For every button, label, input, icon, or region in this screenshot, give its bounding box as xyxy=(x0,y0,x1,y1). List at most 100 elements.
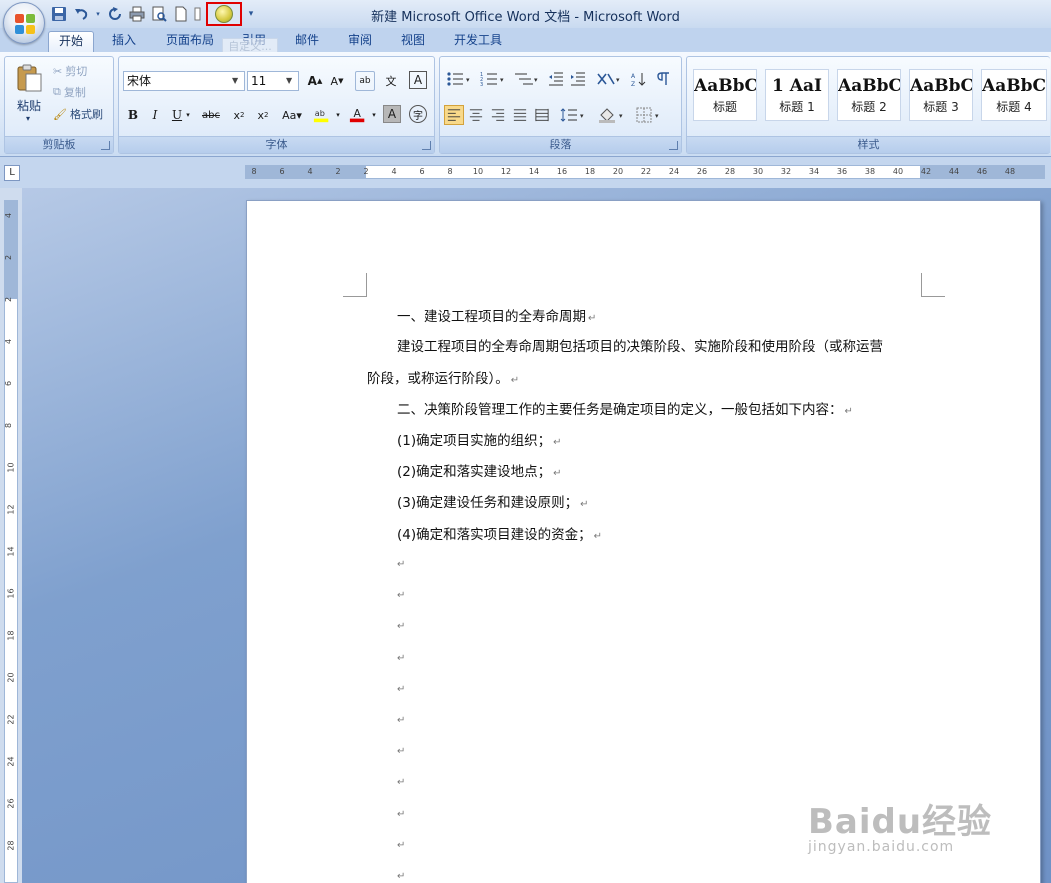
font-launcher-icon[interactable] xyxy=(422,141,431,150)
grow-font-icon[interactable]: A ▲ xyxy=(305,71,325,91)
paragraph-mark-icon[interactable]: ↵ xyxy=(397,590,405,601)
document-paragraph[interactable]: (1)确定项目实施的组织； ↵ xyxy=(397,429,562,449)
ruler-tick: 8 xyxy=(447,167,453,176)
highlight-dropdown-icon[interactable]: ▾ xyxy=(333,105,343,125)
line-spacing-icon[interactable]: ▾ xyxy=(558,105,588,125)
document-paragraph[interactable]: 一、建设工程项目的全寿命周期 ↵ xyxy=(397,305,596,325)
ribbon: 粘贴 ▾ ✂ 剪切 ⧉ 复制 🖌 格式刷 剪贴板 宋体 ▼ 11 ▼ A ▲ A ▼ ab 文… xyxy=(0,52,1051,157)
document-paragraph[interactable]: (4)确定和落实项目建设的资金； ↵ xyxy=(397,523,602,543)
paragraph-mark-icon: ↵ xyxy=(553,468,562,479)
vruler-tick: 8 xyxy=(4,422,14,429)
superscript-icon[interactable]: x2 xyxy=(253,105,273,125)
paragraph-mark-icon[interactable]: ↵ xyxy=(397,653,405,664)
paste-icon[interactable] xyxy=(11,63,47,93)
distribute-icon[interactable] xyxy=(532,105,552,125)
ruler-tick: 34 xyxy=(808,167,820,176)
document-paragraph[interactable]: (2)确定和落实建设地点； ↵ xyxy=(397,460,562,480)
tab-view[interactable]: 视图 xyxy=(391,31,435,52)
svg-text:▾: ▾ xyxy=(616,76,620,84)
borders-icon[interactable]: ▾ xyxy=(634,105,664,125)
phonetic-guide-icon[interactable]: 文 xyxy=(381,71,401,91)
ruler-tick: 24 xyxy=(668,167,680,176)
style-heading-2[interactable]: AaBbC 标题 2 xyxy=(837,69,901,121)
paragraph-mark-icon: ↵ xyxy=(588,313,597,324)
document-paragraph[interactable]: 阶段，或称运行阶段）。 ↵ xyxy=(367,367,519,387)
office-button[interactable] xyxy=(3,2,45,44)
increase-indent-icon[interactable] xyxy=(568,69,588,89)
strikethrough-icon[interactable]: abc xyxy=(201,105,221,125)
show-marks-icon[interactable] xyxy=(654,69,674,89)
clear-format-icon[interactable]: ab xyxy=(355,71,375,91)
vruler-tick: 2 xyxy=(4,254,14,261)
style-heading-1[interactable]: 1 AaI 标题 1 xyxy=(765,69,829,121)
style-heading-3[interactable]: AaBbC 标题 3 xyxy=(909,69,973,121)
shading-icon[interactable]: ▾ xyxy=(596,105,628,125)
font-family-combo[interactable]: 宋体 ▼ xyxy=(123,71,245,91)
vruler-tick: 20 xyxy=(6,672,16,683)
align-left-icon[interactable] xyxy=(444,105,464,125)
chinese-layout-icon[interactable]: ▾ xyxy=(594,69,624,89)
document-page[interactable]: 一、建设工程项目的全寿命周期 ↵ 建设工程项目的全寿命周期包括项目的决策阶段、实施阶… xyxy=(246,200,1041,883)
clipboard-launcher-icon[interactable] xyxy=(101,141,110,150)
ruler-tick: 12 xyxy=(500,167,512,176)
paragraph-mark-icon[interactable]: ↵ xyxy=(397,746,405,757)
paragraph-mark-icon[interactable]: ↵ xyxy=(397,809,405,820)
enclose-char-icon[interactable]: 字 xyxy=(409,105,427,123)
char-border-icon[interactable]: A xyxy=(409,71,427,89)
bullets-icon[interactable]: ▾ xyxy=(444,69,474,89)
multilevel-list-icon[interactable]: ▾ xyxy=(512,69,542,89)
italic-icon[interactable]: I xyxy=(145,105,165,125)
ruler-tick: 38 xyxy=(864,167,876,176)
document-paragraph[interactable]: 建设工程项目的全寿命周期包括项目的决策阶段、实施阶段和使用阶段（或称运营 xyxy=(397,335,883,355)
paragraph-mark-icon[interactable]: ↵ xyxy=(397,840,405,851)
paragraph-mark-icon[interactable]: ↵ xyxy=(397,777,405,788)
underline-dropdown-icon[interactable]: ▾ xyxy=(183,105,193,125)
format-painter-button[interactable]: 🖌 格式刷 xyxy=(53,104,103,124)
vertical-ruler[interactable]: 4 2 2 4 6 8 10 12 14 16 18 20 22 24 26 28 xyxy=(4,200,18,883)
char-shading-icon[interactable]: A xyxy=(383,105,401,123)
copy-button[interactable]: ⧉ 复制 xyxy=(53,82,86,102)
shrink-font-icon[interactable]: A ▼ xyxy=(327,71,347,91)
font-color-icon[interactable]: A xyxy=(347,105,369,125)
vruler-tick: 16 xyxy=(6,588,16,599)
paragraph-mark-icon[interactable]: ↵ xyxy=(397,559,405,570)
cut-button[interactable]: ✂ 剪切 xyxy=(53,61,87,81)
tab-insert[interactable]: 插入 xyxy=(102,31,146,52)
ruler-tick: 20 xyxy=(612,167,624,176)
paragraph-mark-icon[interactable]: ↵ xyxy=(397,715,405,726)
horizontal-ruler[interactable]: 8 6 4 2 2 4 6 8 10 12 14 16 18 20 22 24 26 28 30 32 34 36 38 40… xyxy=(245,165,1045,179)
paste-label[interactable]: 粘贴 xyxy=(9,97,49,113)
justify-icon[interactable] xyxy=(510,105,530,125)
decrease-indent-icon[interactable] xyxy=(546,69,566,89)
ruler-tick: 48 xyxy=(1004,167,1016,176)
tab-review[interactable]: 审阅 xyxy=(338,31,382,52)
paragraph-mark-icon[interactable]: ↵ xyxy=(397,871,405,882)
style-title[interactable]: AaBbC 标题 xyxy=(693,69,757,121)
tab-home[interactable]: 开始 xyxy=(48,31,95,52)
tab-page-layout[interactable]: 页面布局 xyxy=(156,31,224,52)
numbering-icon[interactable]: 1 2 3 ▾ xyxy=(478,69,508,89)
align-right-icon[interactable] xyxy=(488,105,508,125)
paragraph-mark-icon[interactable]: ↵ xyxy=(397,621,405,632)
ruler-tick: 4 xyxy=(307,167,313,176)
style-heading-4[interactable]: AaBbC 标题 4 xyxy=(981,69,1047,121)
tab-developer[interactable]: 开发工具 xyxy=(444,31,512,52)
paste-dropdown-icon[interactable]: ▾ xyxy=(23,113,33,123)
tab-mailings[interactable]: 邮件 xyxy=(285,31,329,52)
align-center-icon[interactable] xyxy=(466,105,486,125)
highlight-icon[interactable]: ab xyxy=(311,105,333,125)
svg-text:▾: ▾ xyxy=(534,76,538,84)
change-case-icon[interactable]: Aa▾ xyxy=(279,105,305,125)
vruler-tick: 22 xyxy=(6,714,16,725)
paragraph-mark-icon[interactable]: ↵ xyxy=(397,684,405,695)
bold-icon[interactable]: B xyxy=(123,105,143,125)
paragraph-launcher-icon[interactable] xyxy=(669,141,678,150)
subscript-icon[interactable]: x2 xyxy=(229,105,249,125)
svg-text:3: 3 xyxy=(480,82,483,87)
document-paragraph[interactable]: (3)确定建设任务和建设原则； ↵ xyxy=(397,491,589,511)
document-paragraph[interactable]: 二、决策阶段管理工作的主要任务是确定项目的定义，一般包括如下内容： ↵ xyxy=(397,398,853,418)
tab-stop-selector[interactable]: L xyxy=(4,165,20,181)
font-color-dropdown-icon[interactable]: ▾ xyxy=(369,105,379,125)
sort-icon[interactable]: AZ xyxy=(628,69,648,89)
font-size-combo[interactable]: 11 ▼ xyxy=(247,71,299,91)
